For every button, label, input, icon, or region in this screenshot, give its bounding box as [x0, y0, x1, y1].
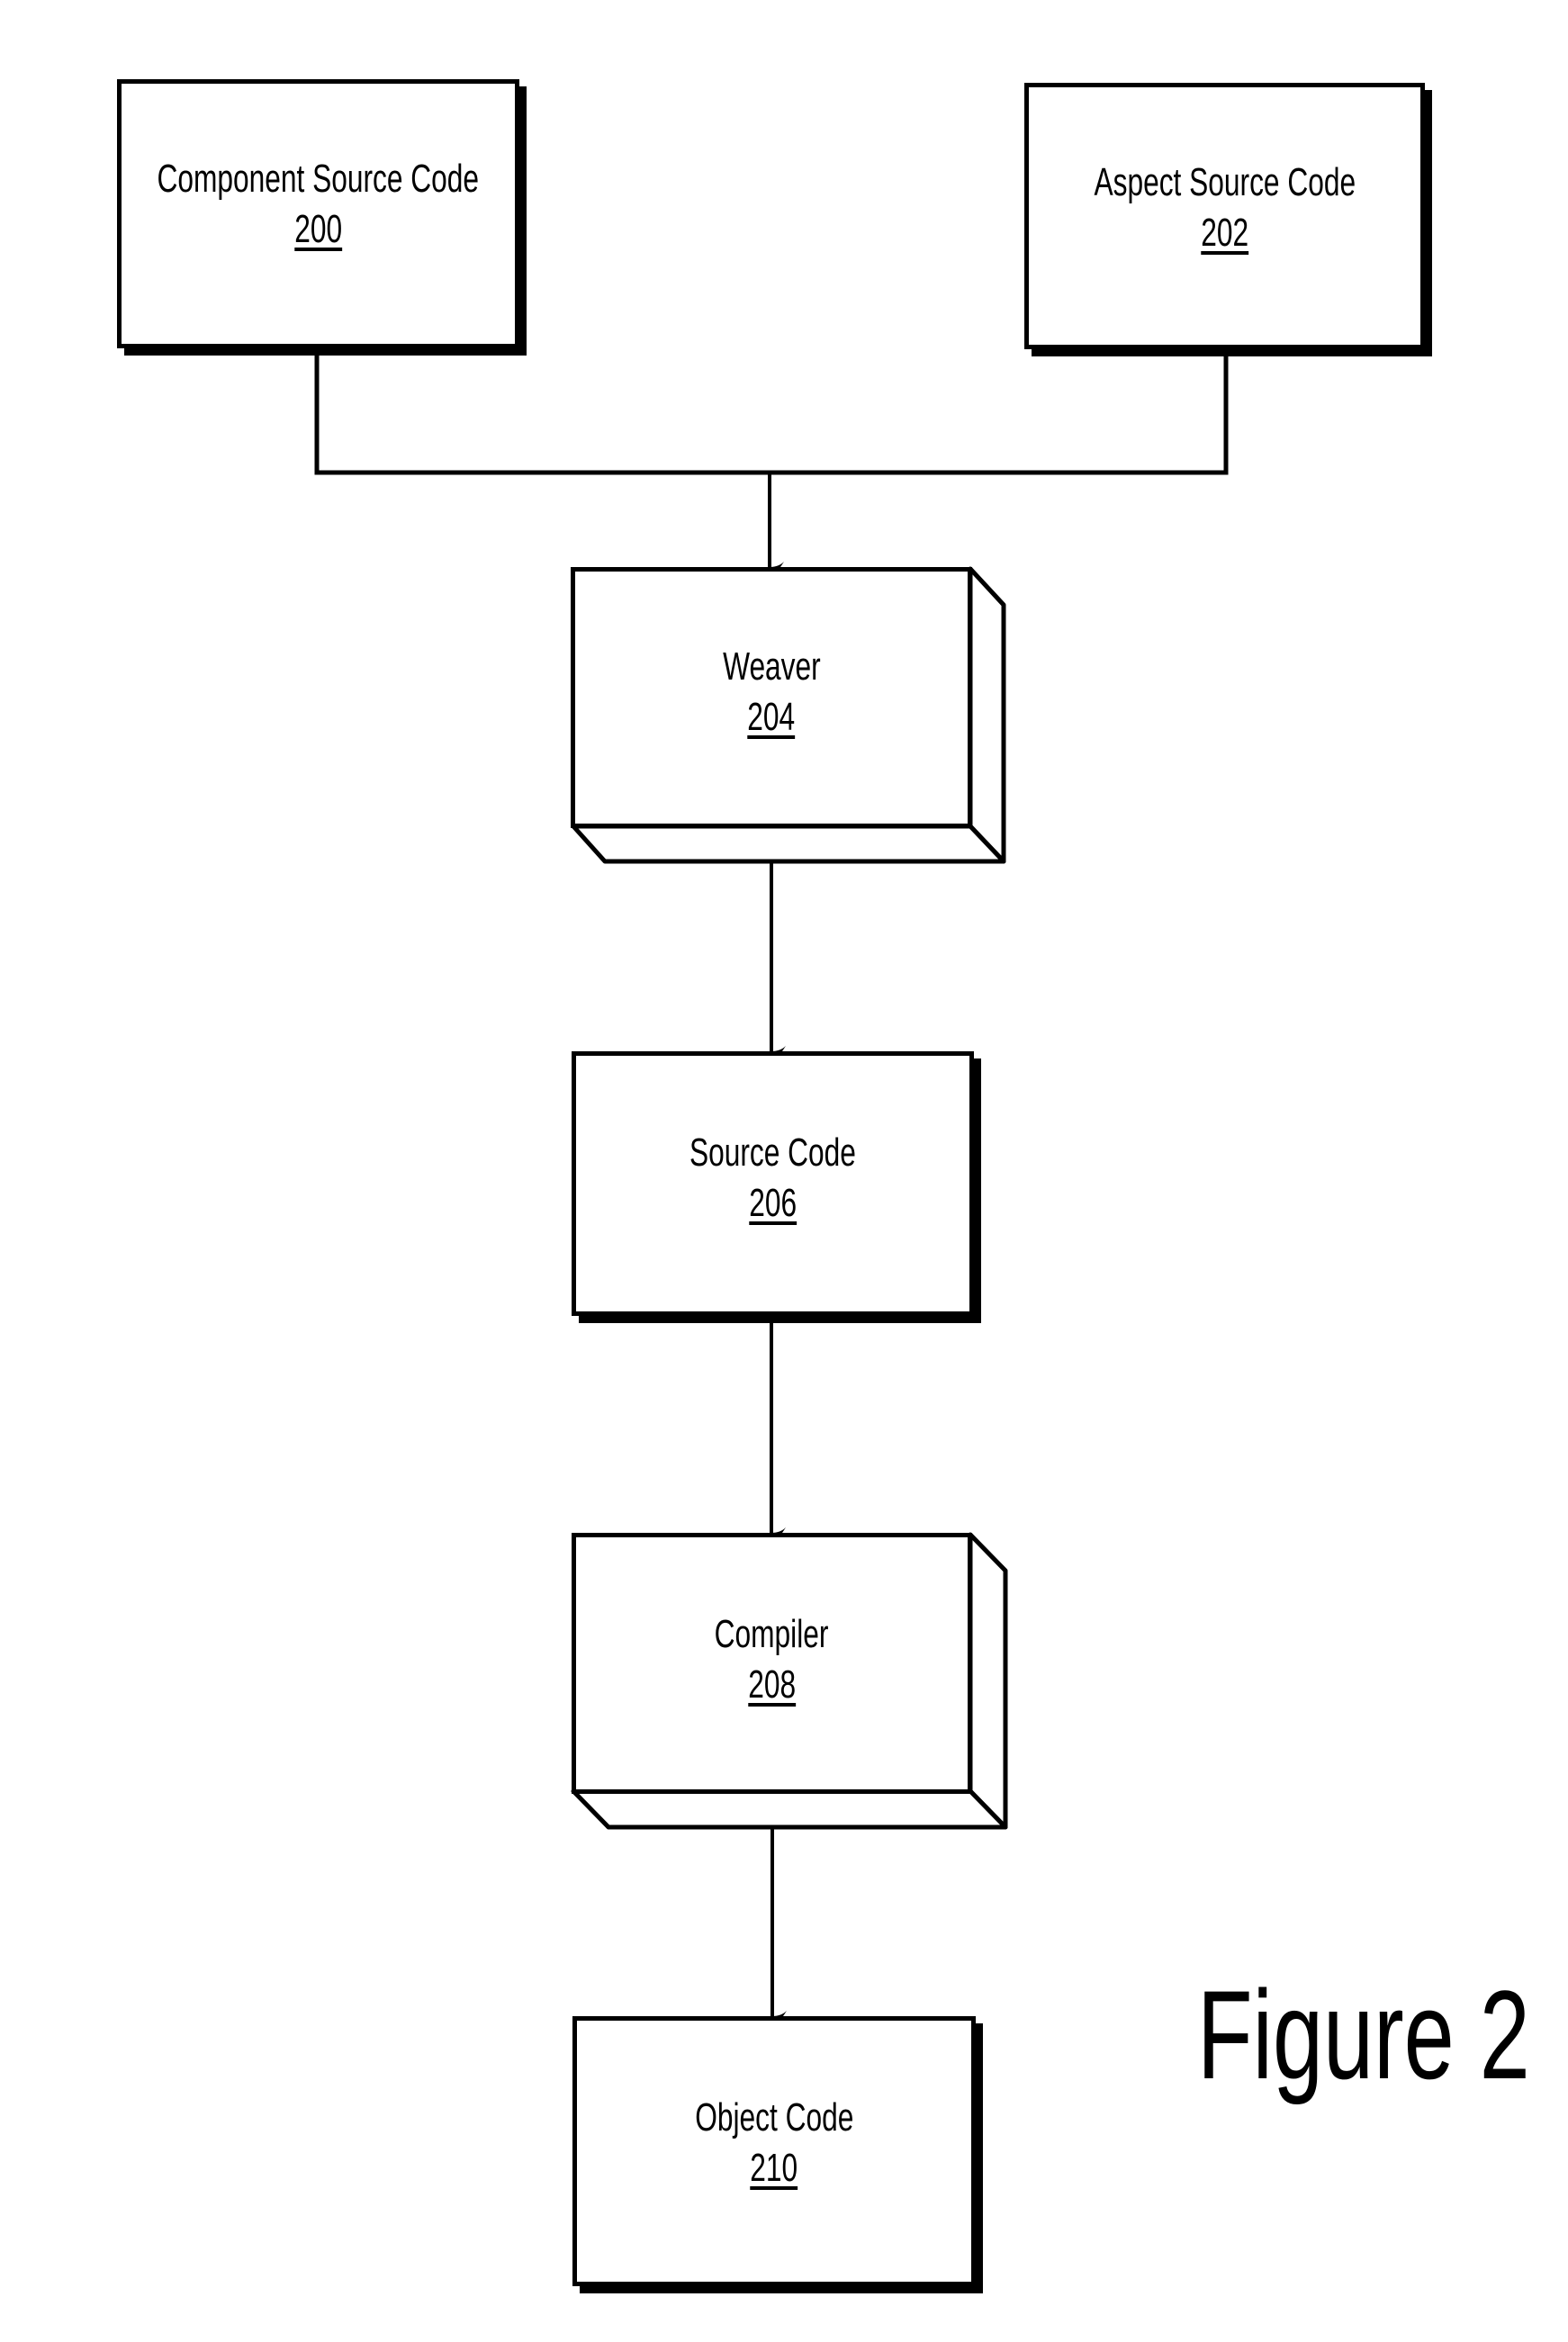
node-weaver: Weaver 204	[571, 567, 972, 828]
node-label: Compiler	[715, 1612, 829, 1656]
node-label: Component Source Code	[157, 157, 480, 201]
node-label: Aspect Source Code	[1094, 160, 1356, 204]
edge-aspect-to-merge	[770, 349, 1229, 475]
node-ref-number: 204	[747, 694, 796, 739]
node-ref-number: 210	[750, 2145, 798, 2190]
node-ref-number: 208	[748, 1662, 796, 1707]
node-ref-number: 200	[294, 206, 342, 251]
node-ref-number: 206	[749, 1180, 797, 1225]
node-label: Source Code	[689, 1130, 856, 1175]
node-label: Object Code	[694, 2095, 854, 2139]
edge-component-to-merge	[314, 348, 770, 475]
node-compiler: Compiler 208	[572, 1533, 972, 1794]
node-ref-number: 202	[1201, 210, 1248, 255]
node-source-code: Source Code 206	[572, 1051, 974, 1316]
node-object-code: Object Code 210	[572, 2016, 976, 2286]
node-label: Weaver	[722, 644, 821, 689]
node-component-source-code: Component Source Code 200	[117, 79, 519, 348]
figure-label: Figure 2	[1197, 1964, 1530, 2105]
node-aspect-source-code: Aspect Source Code 202	[1024, 83, 1425, 349]
